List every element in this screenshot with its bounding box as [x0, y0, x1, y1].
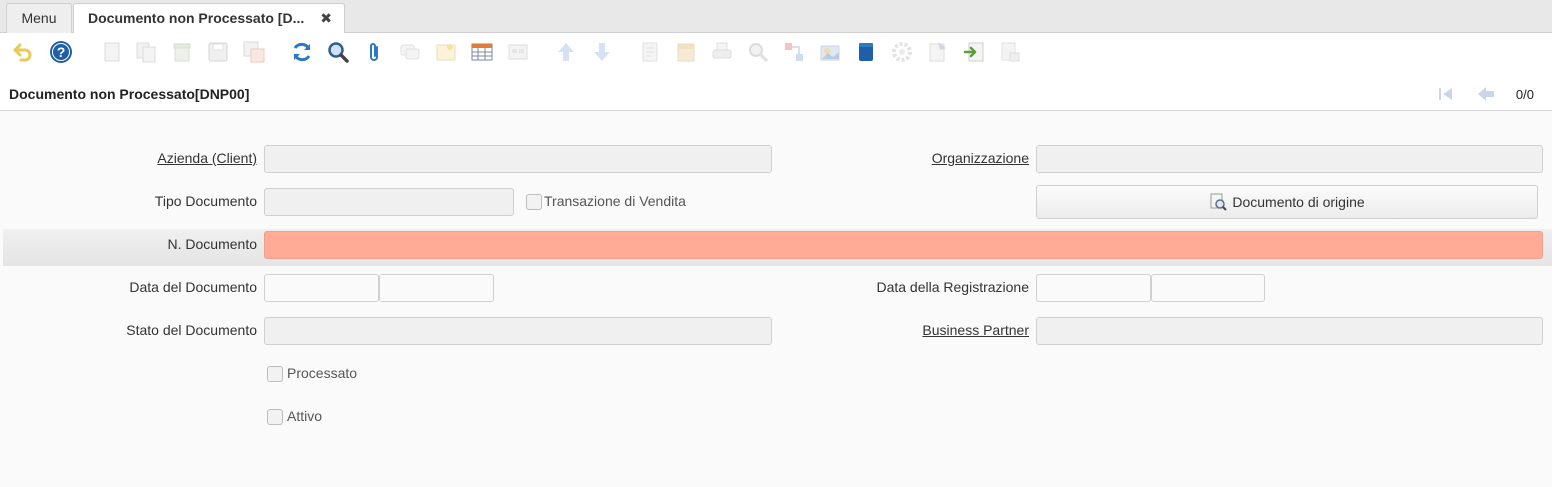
print-icon[interactable] — [709, 39, 735, 65]
help-icon[interactable]: ? — [48, 39, 74, 65]
client-field[interactable] — [264, 145, 772, 173]
refresh-icon[interactable] — [289, 39, 315, 65]
document-number-field[interactable] — [264, 231, 1543, 259]
previous-record-icon[interactable] — [553, 39, 579, 65]
archive-icon[interactable] — [673, 39, 699, 65]
attachment-icon[interactable] — [361, 39, 387, 65]
record-form: Azienda (Client) Organizzazione Tipo Doc… — [3, 112, 1552, 487]
accounting-date-label: Data della Registrazione — [876, 279, 1029, 295]
svg-text:?: ? — [57, 44, 66, 60]
sales-transaction-label: Transazione di Vendita — [544, 193, 686, 209]
undo-icon[interactable] — [10, 39, 36, 65]
find-icon[interactable] — [325, 39, 351, 65]
close-tab-icon[interactable]: ✖ — [320, 4, 332, 32]
sales-transaction-checkbox[interactable] — [526, 194, 542, 210]
tab-documento-non-processato[interactable]: Documento non Processato [D... ✖ — [73, 3, 345, 34]
next-record-icon[interactable] — [589, 39, 615, 65]
grid-toggle-icon[interactable] — [469, 39, 495, 65]
save-new-icon[interactable] — [241, 39, 267, 65]
copy-icon[interactable] — [133, 39, 159, 65]
page-title: Documento non Processato[DNP00] — [9, 86, 250, 102]
accounting-date-field[interactable] — [1036, 274, 1151, 302]
active-checkbox[interactable] — [267, 409, 283, 425]
organization-field[interactable] — [1036, 145, 1543, 173]
process-icon[interactable] — [889, 39, 915, 65]
window-header: Documento non Processato[DNP00] 0/0 — [0, 73, 1552, 111]
toolbar: ? — [0, 33, 1552, 73]
tab-menu[interactable]: Menu — [6, 3, 72, 33]
doctype-field[interactable] — [264, 188, 514, 216]
document-number-label: N. Documento — [167, 236, 257, 252]
new-icon[interactable] — [99, 39, 125, 65]
back-record-icon[interactable] — [1476, 84, 1496, 104]
detail-record-icon[interactable] — [505, 39, 531, 65]
customize-icon[interactable] — [925, 39, 951, 65]
organization-label[interactable]: Organizzazione — [932, 150, 1029, 166]
quick-form-icon[interactable] — [997, 39, 1023, 65]
tab-active-label: Documento non Processato [D... — [88, 10, 305, 26]
document-status-label: Stato del Documento — [126, 322, 257, 338]
doctype-label: Tipo Documento — [154, 193, 257, 209]
import-icon[interactable] — [961, 39, 987, 65]
zoom-across-icon[interactable] — [745, 39, 771, 65]
document-status-field[interactable] — [264, 317, 772, 345]
source-document-label: Documento di origine — [1232, 194, 1365, 210]
tab-bar: Menu Documento non Processato [D... ✖ — [0, 0, 1552, 34]
business-partner-label[interactable]: Business Partner — [922, 322, 1029, 338]
active-label: Attivo — [287, 408, 323, 424]
business-partner-field[interactable] — [1036, 317, 1543, 345]
tab-menu-label: Menu — [21, 10, 57, 26]
document-date-label: Data del Documento — [129, 279, 257, 295]
source-document-button[interactable]: Documento di origine — [1036, 185, 1538, 219]
delete-icon[interactable] — [169, 39, 195, 65]
export-icon[interactable] — [817, 39, 843, 65]
document-date-field[interactable] — [264, 274, 379, 302]
workflow-icon[interactable] — [781, 39, 807, 65]
product-info-icon[interactable] — [433, 39, 459, 65]
first-record-icon[interactable] — [1436, 84, 1456, 104]
report-icon[interactable] — [637, 39, 663, 65]
record-counter: 0/0 — [1515, 87, 1534, 102]
chat-icon[interactable] — [397, 39, 423, 65]
document-date-time-field[interactable] — [379, 274, 494, 302]
processed-checkbox[interactable] — [267, 366, 283, 382]
request-icon[interactable] — [853, 39, 879, 65]
processed-label: Processato — [287, 365, 358, 381]
accounting-date-time-field[interactable] — [1151, 274, 1265, 302]
save-icon[interactable] — [205, 39, 231, 65]
client-label[interactable]: Azienda (Client) — [157, 150, 257, 166]
document-search-icon — [1210, 193, 1228, 211]
